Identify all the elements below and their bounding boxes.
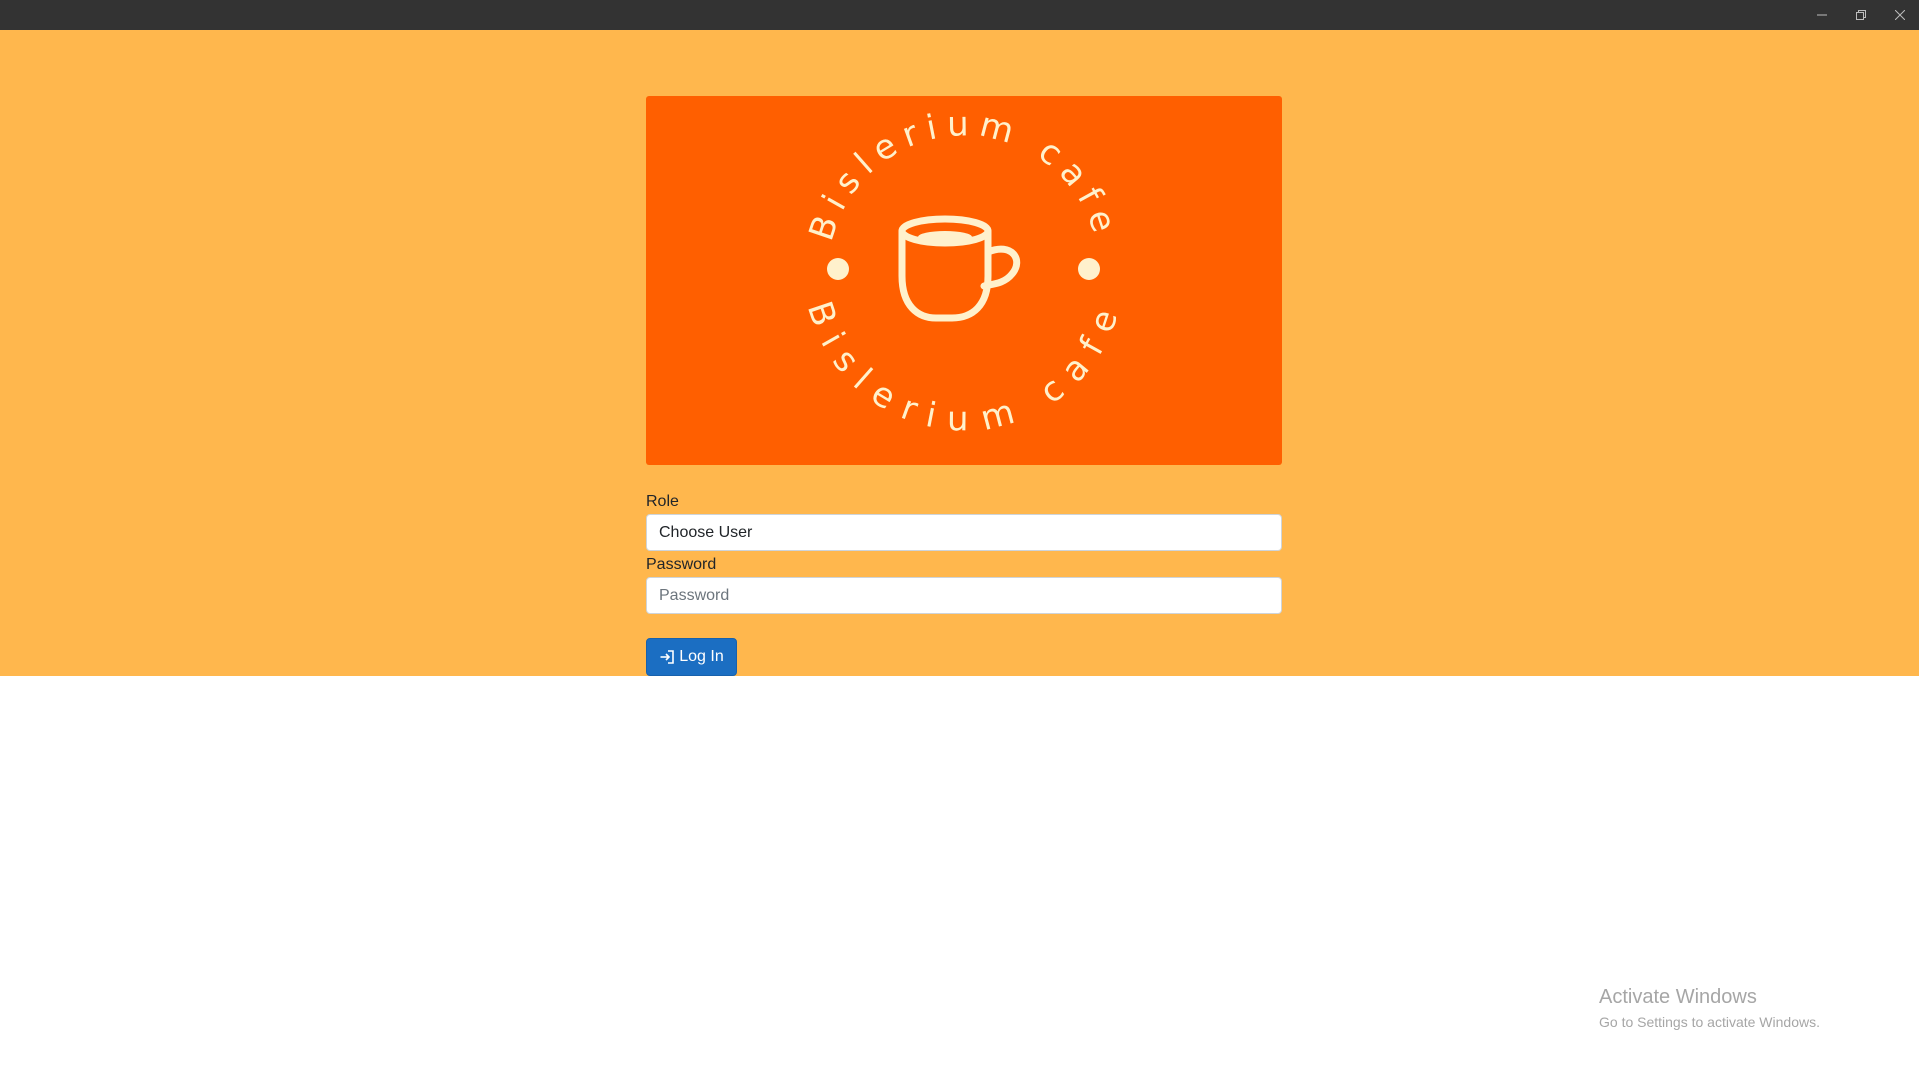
- close-icon: [1894, 10, 1905, 20]
- password-label: Password: [646, 556, 717, 573]
- restore-icon: [1855, 10, 1866, 20]
- cafe-logo-banner: Bislerium cafe Bislerium cafe: [646, 96, 1282, 465]
- role-label: Role: [646, 493, 679, 510]
- cafe-logo: Bislerium cafe Bislerium cafe: [799, 104, 1127, 439]
- logo-text-top: Bislerium cafe: [802, 104, 1127, 245]
- close-button[interactable]: [1880, 0, 1919, 30]
- window-controls: [1802, 0, 1919, 30]
- login-button[interactable]: Log In: [646, 638, 737, 676]
- minimize-icon: [1816, 14, 1827, 16]
- logo-dot-right: [1078, 258, 1100, 280]
- login-form: Role Choose User Password: [646, 490, 1282, 614]
- minimize-button[interactable]: [1802, 0, 1841, 30]
- login-icon: [660, 650, 675, 664]
- restore-button[interactable]: [1841, 0, 1880, 30]
- role-select[interactable]: Choose User: [646, 514, 1282, 551]
- role-selected-value: Choose User: [659, 524, 753, 541]
- watermark-title: Activate Windows: [1599, 986, 1757, 1008]
- activate-windows-watermark: Activate Windows Go to Settings to activ…: [1599, 984, 1820, 1032]
- watermark-subtitle: Go to Settings to activate Windows.: [1599, 1014, 1820, 1030]
- coffee-surface: [918, 231, 972, 243]
- window-titlebar[interactable]: [0, 0, 1919, 30]
- logo-dot-left: [827, 258, 849, 280]
- login-button-label: Log In: [679, 648, 724, 665]
- password-input[interactable]: [646, 577, 1282, 614]
